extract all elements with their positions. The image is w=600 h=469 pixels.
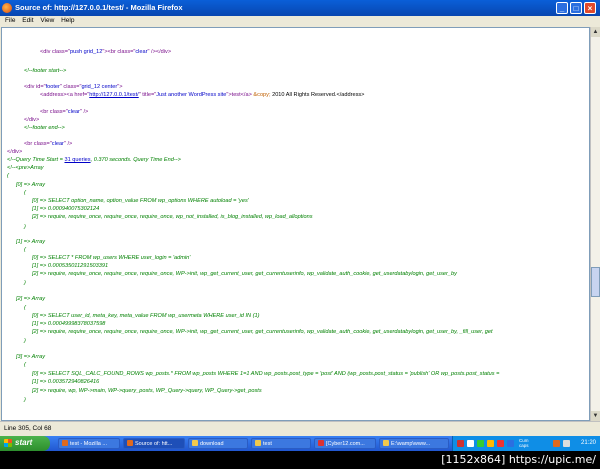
array-head: [1] => Array bbox=[16, 239, 46, 245]
menu-help[interactable]: Help bbox=[61, 17, 74, 24]
array-head: [0] => Array bbox=[16, 182, 46, 188]
source-comment: <!--<pre>Array bbox=[7, 165, 44, 171]
array-open: ( bbox=[24, 247, 26, 253]
taskbar-item[interactable]: test bbox=[251, 438, 311, 449]
watermark: [1152x864] https://upic.me/ bbox=[441, 453, 596, 466]
tray-icon[interactable] bbox=[457, 440, 464, 447]
source-line: <br class="clear" /> bbox=[24, 141, 73, 147]
source-line: <br class="clear" /> bbox=[40, 109, 89, 115]
scroll-up-icon[interactable]: ▲ bbox=[591, 27, 600, 37]
source-line: </div> bbox=[24, 117, 40, 123]
tray-icon[interactable] bbox=[487, 440, 494, 447]
source-comment: <!--footer start--> bbox=[24, 68, 67, 74]
array-open: ( bbox=[24, 190, 26, 196]
menu-file[interactable]: File bbox=[5, 17, 15, 24]
watermark-strip: [1152x864] https://upic.me/ bbox=[0, 451, 600, 469]
array-close: ) bbox=[24, 224, 26, 230]
array-row: [0] => SELECT option_name, option_value … bbox=[32, 198, 249, 204]
maximize-button[interactable]: □ bbox=[570, 2, 582, 14]
window-title: Source of: http://127.0.0.1/test/ - Mozi… bbox=[15, 3, 183, 12]
scroll-thumb[interactable] bbox=[591, 267, 600, 297]
taskbar-item[interactable]: download bbox=[188, 438, 248, 449]
browser-window: Source of: http://127.0.0.1/test/ - Mozi… bbox=[0, 0, 600, 437]
firefox-icon bbox=[62, 440, 68, 446]
taskbar-item[interactable]: [Cyber12.com... bbox=[314, 438, 376, 449]
status-text: Line 305, Col 68 bbox=[4, 425, 52, 432]
tray-icon[interactable] bbox=[507, 440, 514, 447]
clock: 21:20 bbox=[580, 440, 596, 446]
queries-link[interactable]: 31 queries bbox=[64, 157, 90, 163]
scroll-down-icon[interactable]: ▼ bbox=[591, 411, 600, 421]
source-line: ( bbox=[7, 173, 9, 179]
folder-icon bbox=[255, 440, 261, 446]
volume-icon[interactable] bbox=[563, 440, 570, 447]
source-comment: <!--Query Time Start = 31 queries, 0.370… bbox=[7, 157, 181, 163]
menu-bar: File Edit View Help bbox=[0, 16, 600, 26]
array-close: ) bbox=[24, 397, 26, 403]
folder-icon bbox=[192, 440, 198, 446]
folder-icon bbox=[383, 440, 389, 446]
taskbar: start test - Mozilla ... Source of: htt.… bbox=[0, 436, 600, 451]
title-bar[interactable]: Source of: http://127.0.0.1/test/ - Mozi… bbox=[0, 0, 600, 16]
tray-icon[interactable] bbox=[467, 440, 474, 447]
tray-icon[interactable] bbox=[477, 440, 484, 447]
taskbar-item[interactable]: Source of: htt... bbox=[123, 438, 185, 449]
taskbar-item[interactable]: test - Mozilla ... bbox=[58, 438, 120, 449]
array-row: [0] => SELECT * FROM wp_users WHERE user… bbox=[32, 255, 191, 261]
close-button[interactable]: × bbox=[584, 2, 596, 14]
array-row: [1] => 0.000535011291503391 bbox=[32, 263, 109, 269]
firefox-icon bbox=[2, 3, 12, 13]
array-row: [1] => 0.000940075302124 bbox=[32, 206, 100, 212]
source-link[interactable]: http://127.0.0.1/test/ bbox=[89, 92, 138, 98]
tray-icon[interactable] bbox=[553, 440, 560, 447]
array-row: [2] => require, require_once, require_on… bbox=[32, 329, 493, 335]
array-row: [2] => require, require_once, require_on… bbox=[32, 271, 457, 277]
firefox-icon bbox=[127, 440, 133, 446]
array-row: [1] => 0.00049998378037598 bbox=[32, 321, 106, 327]
taskbar-item[interactable]: E:\wamp\www... bbox=[379, 438, 449, 449]
source-comment: <!--footer end--> bbox=[24, 125, 65, 131]
system-tray: Cum caps 21:20 bbox=[452, 436, 600, 451]
source-view[interactable]: <div class="push grid_12"><br class="cle… bbox=[1, 27, 590, 421]
source-line: <address><a href="http://127.0.0.1/test/… bbox=[40, 92, 365, 98]
array-open: ( bbox=[24, 305, 26, 311]
vertical-scrollbar[interactable]: ▲ ▼ bbox=[590, 27, 600, 421]
tray-icon[interactable] bbox=[497, 440, 504, 447]
menu-edit[interactable]: Edit bbox=[22, 17, 33, 24]
array-row: [0] => SELECT user_id, meta_key, meta_va… bbox=[32, 313, 260, 319]
array-head: [2] => Array bbox=[16, 296, 46, 302]
source-line: <div id="footer" class="grid_12 center"> bbox=[24, 84, 123, 90]
status-bar: Line 305, Col 68 bbox=[0, 421, 600, 437]
minimize-button[interactable]: _ bbox=[556, 2, 568, 14]
array-row: [1] => 0.003572940826416 bbox=[32, 379, 100, 385]
windows-flag-icon bbox=[4, 439, 12, 447]
array-close: ) bbox=[24, 280, 26, 286]
source-line: </div> bbox=[7, 149, 23, 155]
menu-view[interactable]: View bbox=[40, 17, 54, 24]
array-head: [3] => Array bbox=[16, 354, 46, 360]
array-close: ) bbox=[24, 338, 26, 344]
source-line: <div class="push grid_12"><br class="cle… bbox=[40, 49, 172, 55]
language-indicator[interactable]: Cum caps bbox=[519, 438, 529, 448]
app-icon bbox=[318, 440, 324, 446]
start-button[interactable]: start bbox=[0, 436, 50, 451]
array-row: [2] => require, wp, WP->main, WP->query_… bbox=[32, 388, 262, 394]
array-row: [0] => SELECT SQL_CALC_FOUND_ROWS wp_pos… bbox=[32, 371, 500, 377]
array-row: [2] => require, require_once, require_on… bbox=[32, 214, 313, 220]
array-open: ( bbox=[24, 362, 26, 368]
